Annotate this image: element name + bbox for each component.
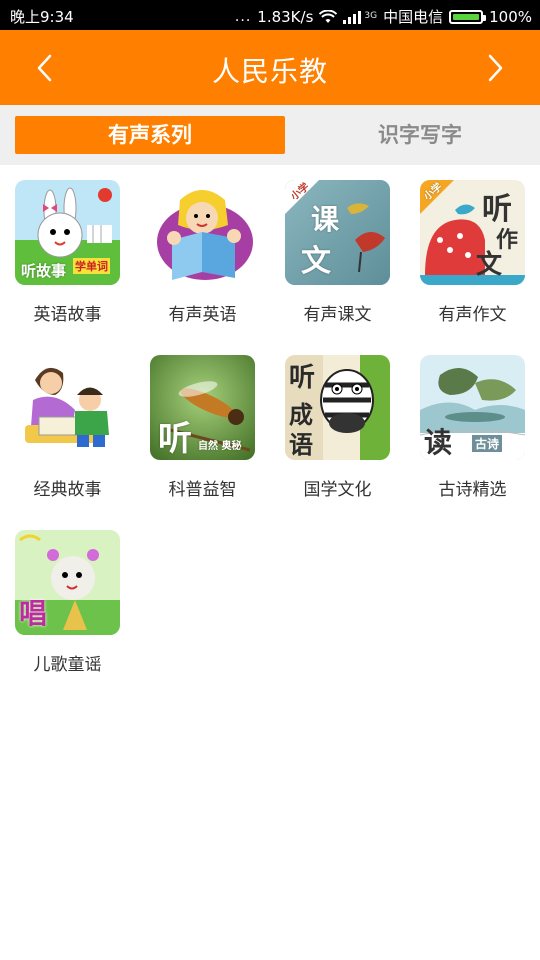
grid-item-english-story[interactable]: 听故事 学单词 英语故事 bbox=[0, 165, 135, 340]
classic-story-icon bbox=[15, 355, 120, 460]
page-title: 人民乐教 bbox=[211, 55, 328, 88]
english-story-label: 英语故事 bbox=[33, 305, 102, 325]
audio-composition-icon-text-4: 文 bbox=[476, 250, 503, 280]
chinese-culture-icon: 听 成 语 bbox=[285, 355, 390, 460]
childrens-songs-icon-text-1: 唱 bbox=[19, 597, 48, 630]
audio-english-label: 有声英语 bbox=[168, 305, 237, 325]
chinese-culture-label: 国学文化 bbox=[303, 480, 372, 500]
classic-story-label: 经典故事 bbox=[33, 480, 102, 500]
grid-item-audio-english[interactable]: 有声英语 bbox=[135, 165, 270, 340]
battery-percent: 100% bbox=[489, 7, 532, 26]
english-story-icon: 听故事 学单词 bbox=[15, 180, 120, 285]
grid-item-classic-story[interactable]: 经典故事 bbox=[0, 340, 135, 515]
tab-literacy-writing[interactable]: 识字写字 bbox=[285, 116, 540, 154]
audio-text-icon-text-2: 课 bbox=[311, 203, 340, 236]
grid-item-science-puzzle[interactable]: 听 自然 奥秘 科普益智 bbox=[135, 340, 270, 515]
grid-item-audio-text[interactable]: 小学 课 文 有声课文 bbox=[270, 165, 405, 340]
science-puzzle-icon-text-2: 自然 奥秘 bbox=[198, 441, 242, 452]
english-story-icon-text-2: 学单词 bbox=[73, 258, 110, 274]
audio-text-icon: 小学 课 文 bbox=[285, 180, 390, 285]
carrier-name: 中国电信 bbox=[383, 8, 444, 26]
chevron-right-icon bbox=[488, 54, 503, 82]
grid-item-audio-composition[interactable]: 小学 听 作 文 有声作文 bbox=[405, 165, 540, 340]
grid-item-childrens-songs[interactable]: 唱 儿歌童谣 bbox=[0, 515, 135, 690]
tab-audio-series[interactable]: 有声系列 bbox=[15, 116, 285, 154]
network-type: 3G bbox=[364, 11, 378, 21]
audio-english-icon bbox=[150, 180, 255, 285]
audio-composition-icon: 小学 听 作 文 bbox=[420, 180, 525, 285]
chinese-culture-icon-text-1: 听 bbox=[289, 363, 316, 393]
status-bar: 晚上9:34 ... 1.83K/s 3G 中国电信 100% bbox=[0, 0, 540, 30]
status-right: ... 1.83K/s 3G 中国电信 100% bbox=[235, 6, 532, 27]
ancient-poems-icon-text-2: 古诗 bbox=[472, 435, 503, 452]
battery-icon bbox=[449, 9, 487, 24]
science-puzzle-label: 科普益智 bbox=[168, 480, 237, 500]
grid-item-chinese-culture[interactable]: 听 成 语 国学文化 bbox=[270, 340, 405, 515]
audio-composition-label: 有声作文 bbox=[438, 305, 507, 325]
status-dots: ... bbox=[234, 8, 252, 25]
science-puzzle-icon: 听 自然 奥秘 bbox=[150, 355, 255, 460]
ancient-poems-icon-text-1: 读 bbox=[424, 426, 453, 459]
childrens-songs-label: 儿歌童谣 bbox=[33, 655, 102, 675]
audio-text-label: 有声课文 bbox=[303, 305, 372, 325]
grid-item-ancient-poems[interactable]: 读 古诗 古诗精选 bbox=[405, 340, 540, 515]
tab-bar: 有声系列 识字写字 bbox=[0, 105, 540, 165]
app-header: 人民乐教 bbox=[0, 30, 540, 105]
audio-text-icon-text-3: 文 bbox=[301, 244, 331, 279]
signal-icon bbox=[343, 10, 362, 24]
network-speed: 1.83K/s bbox=[257, 7, 314, 26]
wifi-icon bbox=[319, 9, 338, 23]
status-time: 晚上9:34 bbox=[10, 8, 74, 26]
ancient-poems-label: 古诗精选 bbox=[438, 480, 507, 500]
forward-button[interactable] bbox=[474, 48, 514, 88]
science-puzzle-icon-text-1: 听 bbox=[158, 419, 192, 459]
childrens-songs-icon: 唱 bbox=[15, 530, 120, 635]
chinese-culture-icon-text-3: 语 bbox=[289, 431, 313, 459]
english-story-icon-text-1: 听故事 bbox=[21, 262, 67, 280]
ancient-poems-icon: 读 古诗 bbox=[420, 355, 525, 460]
